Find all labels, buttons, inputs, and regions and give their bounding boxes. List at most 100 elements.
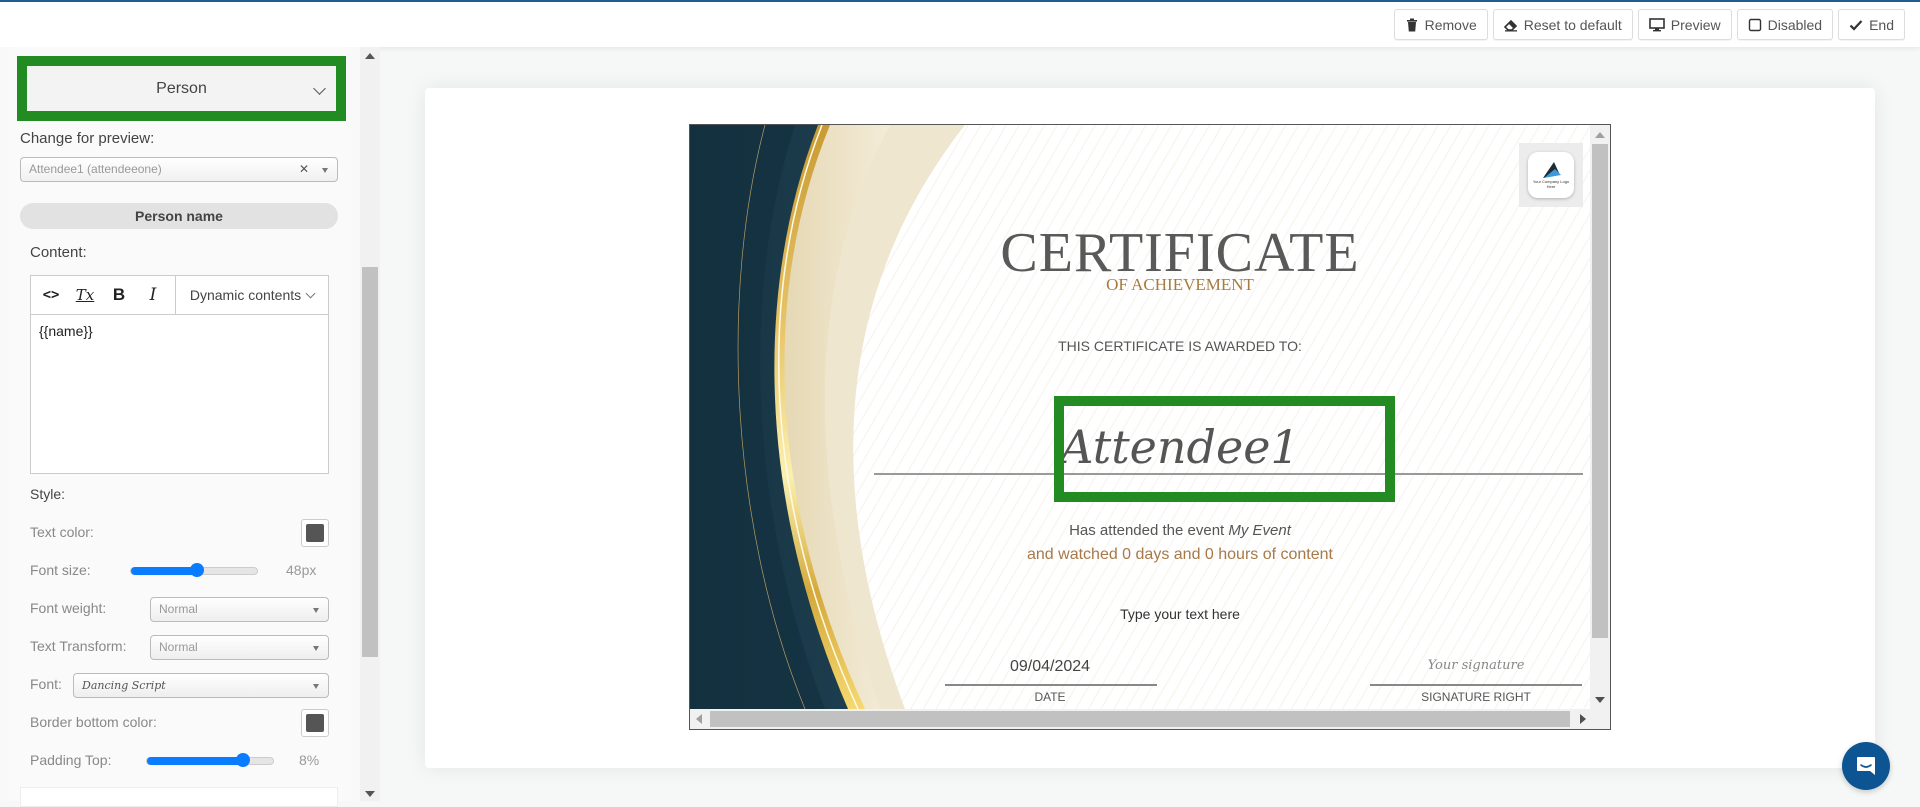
- caret-down-icon: [313, 608, 319, 613]
- top-toolbar: Remove Reset to default Preview Disabled…: [0, 2, 1920, 47]
- clear-format-icon[interactable]: Tx: [75, 286, 95, 304]
- company-logo[interactable]: Your Company Logo Here: [1519, 143, 1583, 207]
- person-section-title: Person: [156, 79, 207, 97]
- font-weight-value: Normal: [159, 602, 198, 616]
- checkbox-icon: [1748, 18, 1761, 31]
- signature-underline: [1370, 684, 1582, 686]
- chevron-down-icon: [313, 82, 326, 95]
- preview-vertical-scrollbar[interactable]: [1590, 125, 1610, 709]
- content-editor: <> Tx B I Dynamic contents {{name}}: [30, 275, 329, 474]
- font-weight-label: Font weight:: [30, 600, 107, 616]
- padding-top-slider-fill: [147, 757, 243, 765]
- border-bottom-color-label: Border bottom color:: [30, 714, 157, 730]
- content-label: Content:: [30, 244, 87, 261]
- style-label: Style:: [30, 486, 66, 502]
- watched-text[interactable]: and watched 0 days and 0 hours of conten…: [870, 546, 1490, 564]
- dynamic-contents-label: Dynamic contents: [189, 287, 302, 303]
- next-section-card: [20, 787, 338, 807]
- monitor-icon: [1648, 17, 1665, 31]
- element-name-pill: Person name: [20, 203, 338, 229]
- reset-to-default-button[interactable]: Reset to default: [1492, 9, 1633, 40]
- attended-text[interactable]: Has attended the event My Event: [870, 522, 1490, 539]
- sidebar-scrollbar[interactable]: [360, 47, 380, 801]
- end-button[interactable]: End: [1838, 9, 1905, 40]
- scroll-right-arrow-icon[interactable]: [1580, 714, 1586, 724]
- scroll-up-arrow-icon[interactable]: [1595, 132, 1605, 138]
- font-label: Font:: [30, 676, 62, 692]
- preview-label: Preview: [1670, 16, 1721, 33]
- selected-element-highlight: [1054, 396, 1395, 502]
- remove-button[interactable]: Remove: [1393, 9, 1488, 40]
- font-select[interactable]: Dancing Script: [73, 673, 329, 698]
- reset-label: Reset to default: [1523, 16, 1622, 33]
- certificate-preview-frame: Your Company Logo Here CERTIFICATE OF AC…: [689, 124, 1611, 730]
- certificate-subtitle: OF ACHIEVEMENT: [1106, 275, 1254, 294]
- preview-vertical-scroll-thumb[interactable]: [1592, 144, 1608, 638]
- caret-down-icon: [313, 646, 319, 651]
- person-section-dropdown[interactable]: Person: [27, 66, 336, 111]
- attended-prefix: Has attended the event: [1069, 522, 1229, 539]
- disabled-label: Disabled: [1767, 16, 1823, 33]
- awarded-to-text: THIS CERTIFICATE IS AWARDED TO:: [1058, 338, 1302, 354]
- preview-horizontal-scrollbar[interactable]: [690, 709, 1610, 729]
- bold-icon[interactable]: B: [109, 285, 129, 305]
- preview-button[interactable]: Preview: [1637, 9, 1732, 40]
- caret-down-icon: [322, 168, 328, 173]
- editor-toolbar: <> Tx B I Dynamic contents: [31, 276, 328, 315]
- scroll-left-arrow-icon[interactable]: [696, 714, 702, 724]
- event-name: My Event: [1228, 522, 1291, 539]
- caret-down-icon: [313, 684, 319, 689]
- clear-icon[interactable]: ✕: [299, 162, 309, 176]
- padding-top-slider-handle[interactable]: [235, 753, 250, 767]
- padding-top-label: Padding Top:: [30, 752, 112, 768]
- padding-top-slider[interactable]: [146, 753, 274, 767]
- font-size-slider-fill: [131, 567, 197, 575]
- editor-body[interactable]: {{name}}: [31, 315, 328, 347]
- border-bottom-color-swatch[interactable]: [301, 709, 329, 737]
- scroll-up-arrow-icon[interactable]: [365, 53, 375, 59]
- end-label: End: [1869, 16, 1894, 33]
- person-section-highlight: Person: [17, 56, 346, 121]
- text-color-label: Text color:: [30, 524, 94, 540]
- text-transform-select[interactable]: Normal: [150, 635, 329, 660]
- font-size-label: Font size:: [30, 562, 91, 578]
- code-icon[interactable]: <>: [41, 287, 61, 303]
- signature-label: SIGNATURE RIGHT: [1421, 690, 1531, 704]
- font-value: Dancing Script: [82, 679, 166, 692]
- check-icon: [1849, 19, 1863, 31]
- remove-label: Remove: [1424, 16, 1477, 33]
- preview-person-value: Attendee1 (attendeeone): [29, 162, 162, 176]
- italic-icon[interactable]: I: [143, 285, 163, 305]
- padding-top-value: 8%: [299, 752, 320, 768]
- free-text-block[interactable]: Type your text here: [870, 606, 1490, 622]
- eraser-icon: [1503, 19, 1517, 31]
- change-preview-label: Change for preview:: [20, 130, 155, 147]
- chat-support-button[interactable]: [1842, 742, 1890, 790]
- font-size-value: 48px: [286, 562, 317, 578]
- certificate: Your Company Logo Here CERTIFICATE OF AC…: [690, 125, 1590, 709]
- scroll-down-arrow-icon[interactable]: [1595, 697, 1605, 703]
- logo-mark-icon: [1543, 162, 1561, 178]
- text-transform-label: Text Transform:: [30, 638, 127, 654]
- sidebar-scroll-thumb[interactable]: [362, 267, 378, 657]
- text-transform-value: Normal: [159, 640, 198, 654]
- logo-text: Your Company Logo Here: [1532, 179, 1570, 189]
- font-size-slider[interactable]: [130, 563, 258, 577]
- font-size-slider-handle[interactable]: [189, 563, 204, 577]
- trash-icon: [1406, 18, 1417, 31]
- dynamic-contents-dropdown[interactable]: Dynamic contents: [176, 287, 328, 303]
- scroll-down-arrow-icon[interactable]: [365, 791, 375, 797]
- disabled-toggle-button[interactable]: Disabled: [1736, 9, 1834, 40]
- preview-person-select[interactable]: Attendee1 (attendeeone) ✕: [20, 157, 338, 182]
- text-color-preview: [306, 524, 324, 542]
- font-weight-select[interactable]: Normal: [150, 597, 329, 622]
- date-label: DATE: [1034, 690, 1066, 704]
- signature-value[interactable]: Your signature: [1370, 658, 1582, 673]
- chat-icon: [1857, 757, 1875, 775]
- date-underline: [945, 684, 1157, 686]
- preview-horizontal-scroll-thumb[interactable]: [710, 711, 1570, 727]
- chevron-down-icon: [305, 288, 316, 298]
- date-value[interactable]: 09/04/2024: [945, 658, 1155, 676]
- text-color-swatch[interactable]: [301, 519, 329, 547]
- border-bottom-color-preview: [306, 714, 324, 732]
